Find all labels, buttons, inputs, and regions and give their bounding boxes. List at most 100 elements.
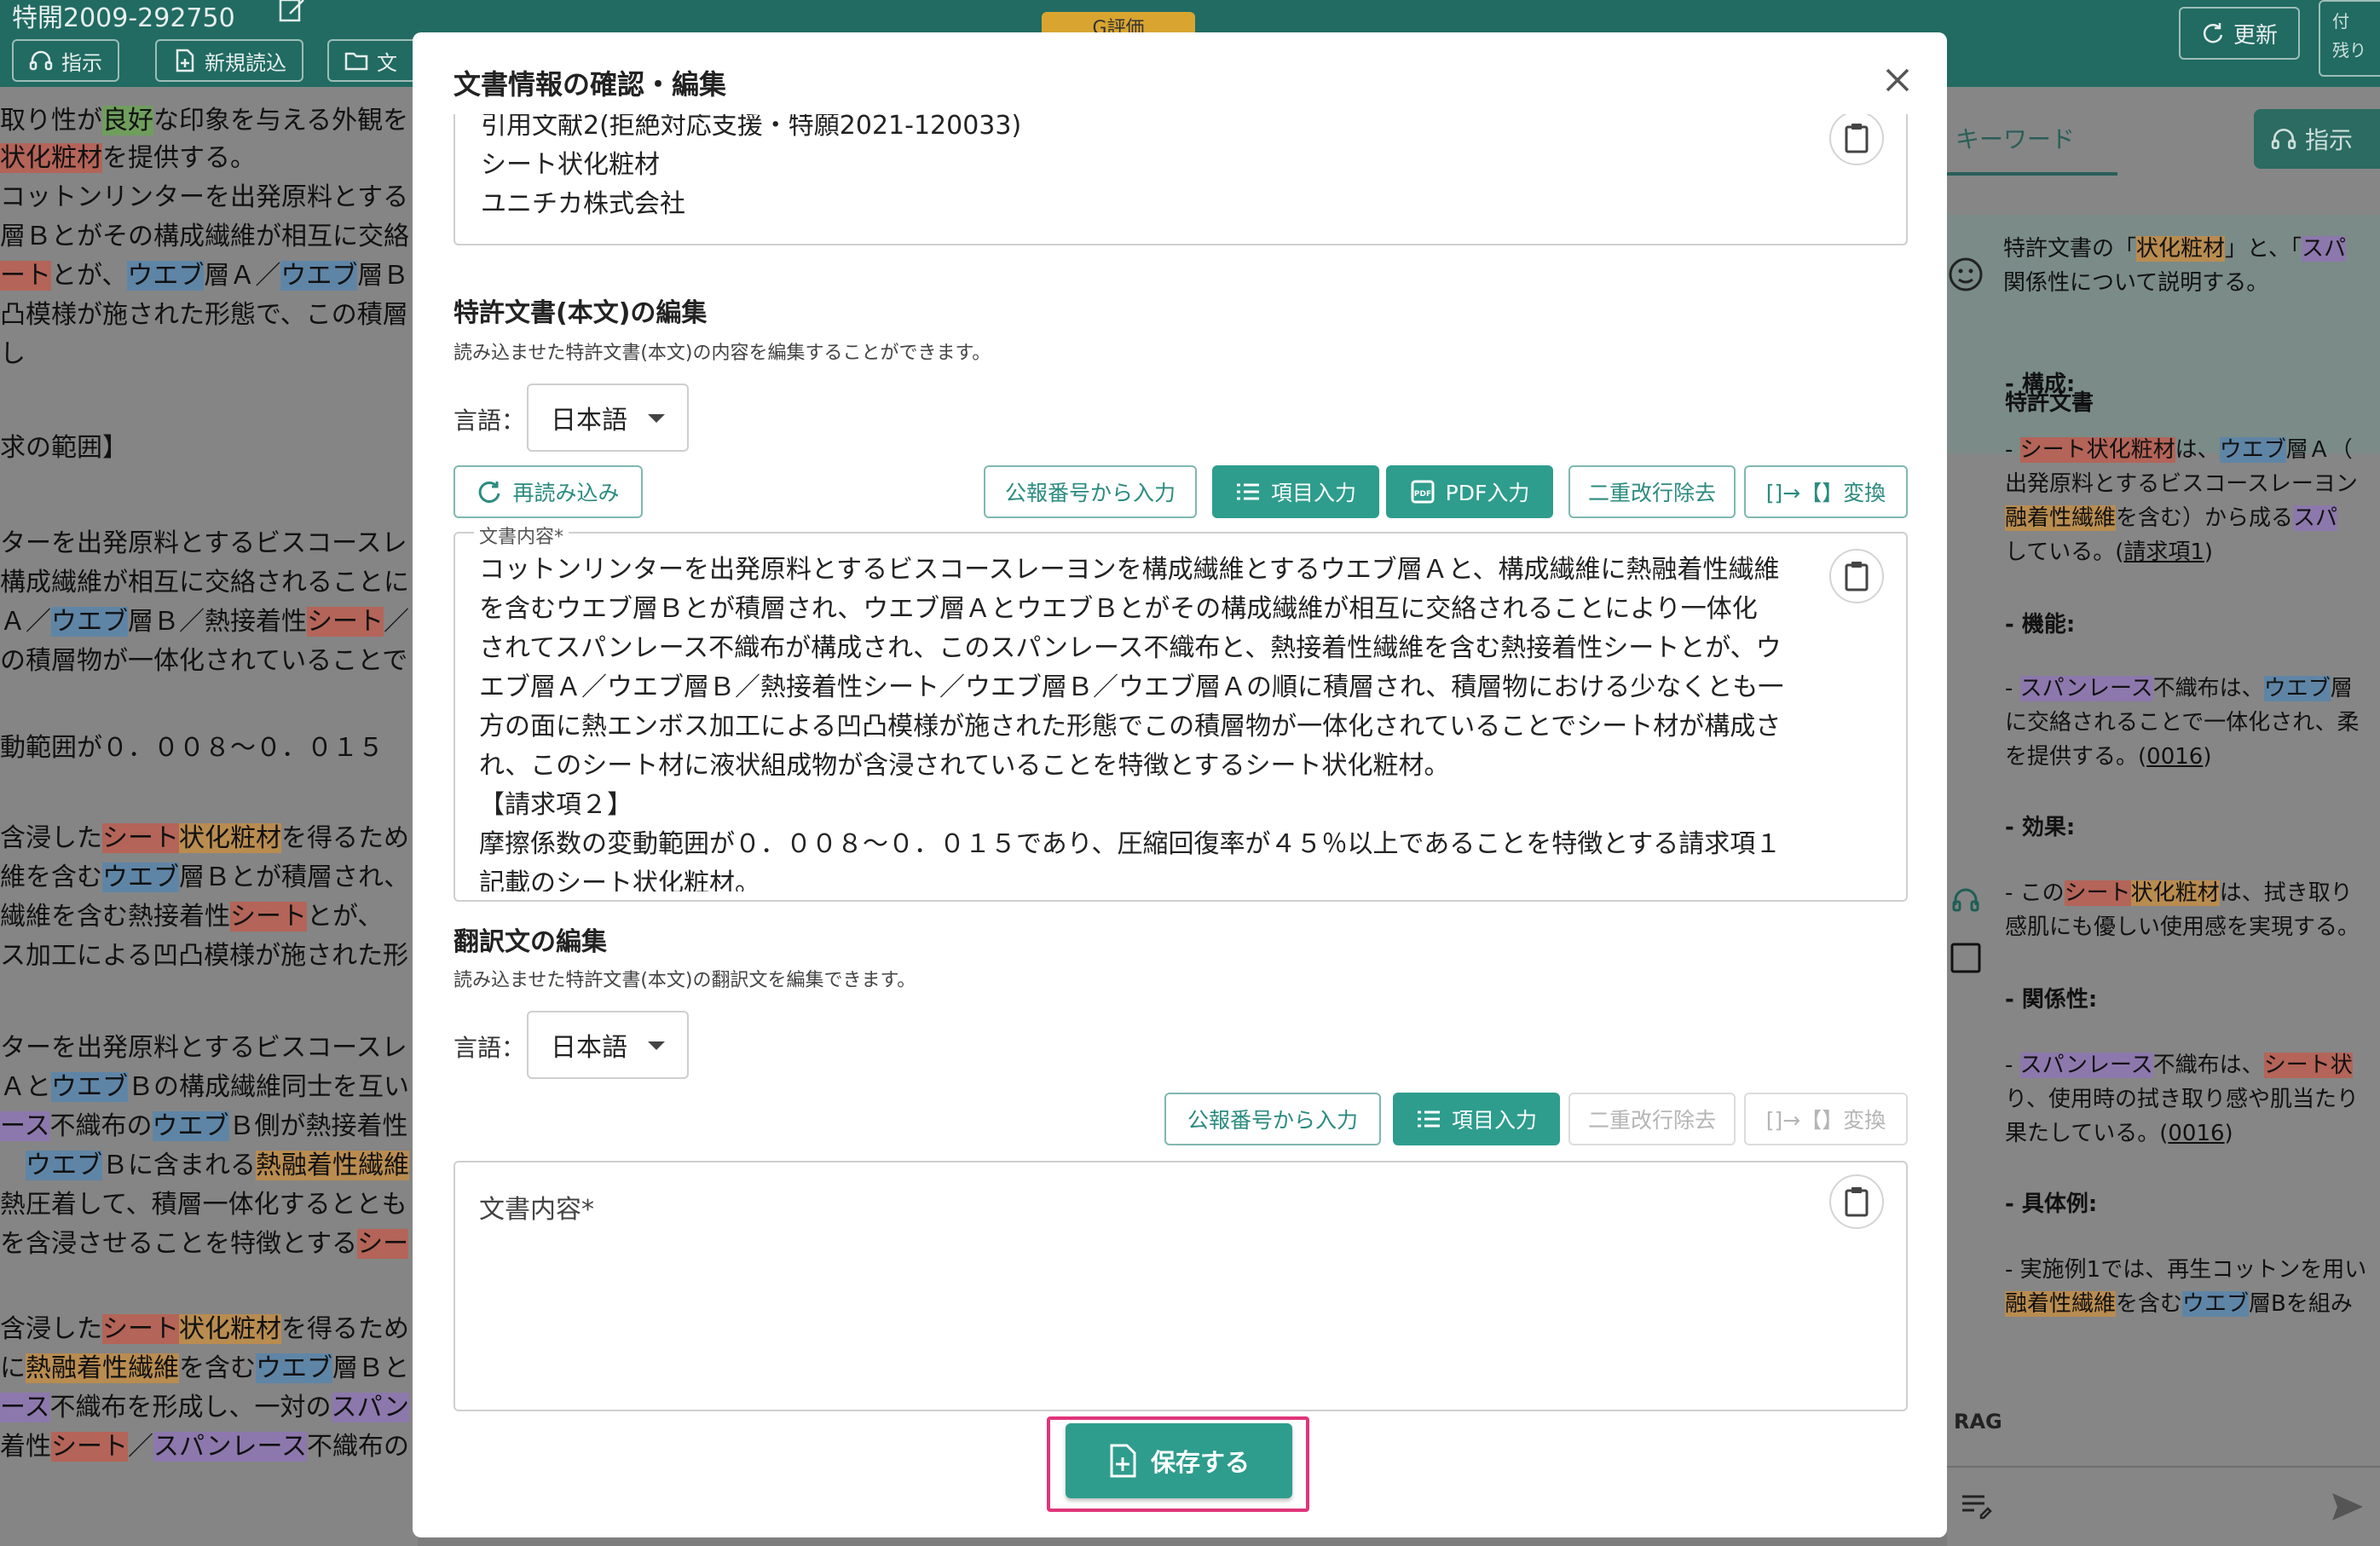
text-run: 感肌にも優しい使用感を実現する。 xyxy=(2005,914,2360,940)
reference-link[interactable]: 0016 xyxy=(2168,1121,2224,1146)
text-run: 求の範囲】 xyxy=(0,433,128,463)
text-run: 出発原料とするビスコースレーヨン xyxy=(2005,471,2358,497)
document-line: ＡとウエブＢの構成繊維同士を互い xyxy=(0,1065,409,1103)
update-label: 更新 xyxy=(2233,22,2278,49)
document-content-text[interactable]: コットンリンターを出発原料とするビスコースレーヨンを構成繊維とするウエブ層Ａと、… xyxy=(479,551,1877,891)
reference-link[interactable]: 0016 xyxy=(2146,744,2203,770)
keyword-highlight: 状化粧材 xyxy=(2130,880,2220,906)
keyword-highlight: スパンレース xyxy=(153,1432,307,1462)
language-select[interactable]: 日本語 xyxy=(527,384,689,452)
translation-content-field[interactable]: 文書内容* xyxy=(453,1161,1908,1411)
document-line: 動範囲が０．００８～０．０１５ xyxy=(0,726,384,764)
text-run: ／ xyxy=(128,1432,153,1462)
summary-section-heading: - 機能: xyxy=(2005,612,2076,637)
assistant-line: 特許文書の「状化粧材」と、「スパ xyxy=(2003,232,2347,266)
new-load-label: 新規読込 xyxy=(205,50,286,75)
text-run: を得るため xyxy=(281,1314,409,1344)
reference-link[interactable]: 請求項1 xyxy=(2123,539,2204,565)
headset-icon[interactable] xyxy=(1949,883,1983,917)
text-run: 不織布の xyxy=(49,1111,153,1141)
keyword-highlight: ウエブ xyxy=(280,261,358,291)
translation-bracket-convert-button[interactable]: []→【】変換 xyxy=(1744,1093,1908,1145)
document-content-field[interactable]: 文書内容* コットンリンターを出発原料とするビスコースレーヨンを構成繊維とするウ… xyxy=(453,522,1908,902)
document-line: 着性シート／スパンレース不織布の xyxy=(0,1425,409,1462)
pdf-input-button[interactable]: PDF PDF入力 xyxy=(1386,465,1553,518)
document-line: ース不織布を形成し、一対のスパン xyxy=(0,1386,409,1423)
copy-button[interactable] xyxy=(1829,549,1884,603)
tab-keyword[interactable]: キーワード xyxy=(1955,121,2075,155)
text-run: 層Ｂとがその構成繊維が相互に交絡 xyxy=(0,222,409,251)
close-button[interactable] xyxy=(1879,61,1916,99)
document-line: 求の範囲】 xyxy=(0,426,128,464)
refresh-icon xyxy=(479,481,500,503)
document-line: 繊維を含む熱接着性シートとが、 xyxy=(0,895,383,932)
keyword-highlight: ース xyxy=(0,1111,50,1141)
document-body-line: を含むウエブ層Ｂとが積層され、ウエブ層ＡとウエブＢとがその構成繊維が相互に交絡さ… xyxy=(479,594,1758,624)
chat-input-bar[interactable] xyxy=(1947,1466,2380,1546)
document-viewer: 取り性が良好な印象を与える外観を 状化粧材を提供する。 コットンリンターを出発原料と… xyxy=(0,87,418,1546)
translation-input-from-publication-button[interactable]: 公報番号から入力 xyxy=(1164,1093,1381,1145)
translation-language-value: 日本語 xyxy=(551,1033,627,1063)
panel-instruct-button[interactable]: 指示 xyxy=(2254,109,2380,169)
keyword-highlight: ウエブ xyxy=(26,1151,102,1180)
text-run: 層Ａ／ xyxy=(204,261,281,291)
send-icon[interactable] xyxy=(2329,1488,2366,1526)
translation-item-input-button[interactable]: 項目入力 xyxy=(1393,1093,1560,1145)
summary-line: - このシート状化粧材は、拭き取り xyxy=(2005,876,2353,910)
reload-button[interactable]: 再読み込み xyxy=(453,465,643,518)
document-line: Ａ／ウエブ層Ｂ／熱接着性シート／ xyxy=(0,600,409,637)
save-button[interactable]: 保存する xyxy=(1066,1423,1292,1498)
keyword-highlight: 良好 xyxy=(102,106,153,136)
text-run: 層Ｂと xyxy=(332,1353,409,1383)
text-run: 果たしている。( xyxy=(2005,1121,2169,1146)
text-run: を含む xyxy=(2116,1291,2183,1317)
keyword-highlight: ウエブ xyxy=(51,1072,128,1102)
text-run: 不織布を形成し、一対の xyxy=(49,1393,332,1422)
bracket-convert-button[interactable]: []→【】変換 xyxy=(1744,465,1908,518)
publication-label: 公報番号から入力 xyxy=(1004,481,1176,505)
summary-line: 融着性繊維を含むウエブ層Bを組み xyxy=(2005,1287,2353,1321)
keyword-highlight: ウエブ xyxy=(2219,437,2286,463)
clipboard-icon xyxy=(1845,1187,1869,1217)
translation-dedup-label: 二重改行除去 xyxy=(1587,1108,1716,1133)
edit-icon[interactable] xyxy=(278,0,307,22)
text-run: 構成繊維が相互に交絡されることに xyxy=(0,568,409,597)
keyword-highlight: 熱融着性繊維 xyxy=(256,1151,409,1180)
document-line: 取り性が良好な印象を与える外観を xyxy=(0,99,408,136)
dedup-label: 二重改行除去 xyxy=(1587,481,1716,505)
remaining-button[interactable]: 付 残り xyxy=(2319,0,2380,77)
keyword-highlight: シート xyxy=(102,823,179,853)
instruct-button[interactable]: 指示 xyxy=(12,39,119,82)
copy-button[interactable] xyxy=(1829,114,1884,165)
text-run: り、使用時の拭き取り感や肌当たり xyxy=(2005,1087,2359,1112)
text-run: Ａ／ xyxy=(0,607,51,637)
new-load-button[interactable]: 新規読込 xyxy=(155,39,303,82)
prompt-list-icon[interactable] xyxy=(1959,1488,1993,1522)
text-run: している。( xyxy=(2005,539,2124,565)
document-body-line: れ、このシート材に液状組成物が含浸されていることを特徴とするシート状化粧材。 xyxy=(479,751,1450,781)
checkbox-icon[interactable] xyxy=(1949,941,1983,975)
remove-double-linebreak-button[interactable]: 二重改行除去 xyxy=(1568,465,1736,518)
document-line: に熱融着性繊維を含むウエブ層Ｂと xyxy=(0,1347,409,1384)
text-run: Ａと xyxy=(0,1072,51,1102)
text-run: 繊維を含む熱接着性 xyxy=(0,902,230,932)
document-button[interactable]: 文 xyxy=(327,39,421,82)
keyword-highlight: シート xyxy=(307,607,384,637)
rag-toggle-label[interactable]: RAG xyxy=(1954,1410,2002,1434)
text-run: を提供する。( xyxy=(2005,744,2147,770)
keyword-highlight: シート状 xyxy=(2263,1053,2353,1078)
keyword-highlight: 状化粧材 xyxy=(179,1314,281,1344)
summary-line: - スパンレース不織布は、シート状 xyxy=(2005,1048,2353,1082)
reload-label: 再読み込み xyxy=(512,481,620,505)
item-input-button[interactable]: 項目入力 xyxy=(1212,465,1379,518)
clipboard-icon xyxy=(1845,562,1869,591)
text-run: な印象を与える外観を xyxy=(153,106,409,136)
input-from-publication-button[interactable]: 公報番号から入力 xyxy=(984,465,1197,518)
chevron-down-icon xyxy=(648,414,665,423)
translation-remove-double-linebreak-button[interactable]: 二重改行除去 xyxy=(1568,1093,1736,1145)
translation-language-select[interactable]: 日本語 xyxy=(527,1011,689,1079)
update-button[interactable]: 更新 xyxy=(2179,7,2300,60)
document-line: ートとが、ウエブ層Ａ／ウエブ層Ｂ xyxy=(0,254,408,291)
remaining-label: 付 xyxy=(2332,11,2349,32)
copy-button[interactable] xyxy=(1829,1174,1884,1229)
